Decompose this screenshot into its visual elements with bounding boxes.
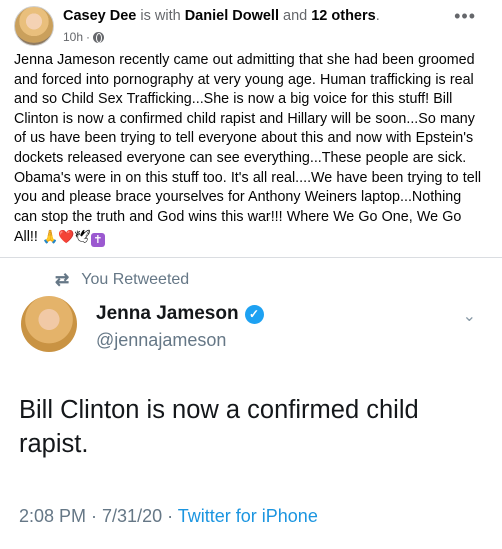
tweet-screenshot: ⇄ You Retweeted Jenna Jameson ✓ @jennaja… [0, 262, 502, 549]
tagged-person[interactable]: Daniel Dowell [185, 8, 279, 24]
tweet-author: Jenna Jameson ✓ [96, 303, 264, 325]
retweet-label: You Retweeted [81, 271, 190, 288]
with-text: is with [136, 8, 185, 24]
tweet-avatar [21, 296, 77, 352]
tweet-text: Bill Clinton is now a confirmed child ra… [19, 396, 419, 458]
chevron-down-icon: ⌄ [462, 308, 476, 325]
post-emojis: 🙏❤️🕊 [42, 229, 91, 245]
author-avatar[interactable] [14, 6, 54, 46]
author-name[interactable]: Casey Dee [63, 8, 136, 24]
tweet-handle: @jennajameson [96, 330, 227, 350]
post-body-text: Jenna Jameson recently came out admittin… [14, 52, 482, 246]
cross-emoji-icon: ✝ [90, 233, 105, 248]
tweet-source: Twitter for iPhone [177, 506, 318, 526]
facebook-post: Casey Dee is with Daniel Dowell and 12 o… [0, 0, 502, 262]
tweet-author-name: Jenna Jameson [96, 303, 239, 324]
globe-icon [93, 31, 105, 43]
more-options-icon[interactable]: ••• [454, 7, 476, 25]
tweet-timestamp: 2:08 PM · 7/31/20 · [19, 506, 178, 526]
verified-badge-icon: ✓ [244, 304, 264, 324]
meta-separator: · [86, 30, 91, 44]
post-time[interactable]: 10h [63, 30, 83, 44]
retweet-icon: ⇄ [55, 270, 70, 289]
header-period: . [375, 8, 380, 24]
post-body: Jenna Jameson recently came out admittin… [14, 51, 488, 248]
post-header: Casey Dee is with Daniel Dowell and 12 o… [63, 8, 380, 24]
others-link[interactable]: 12 others [311, 8, 375, 24]
post-meta: 10h · [63, 30, 105, 44]
tweet-footer: 2:08 PM · 7/31/20 · Twitter for iPhone [19, 506, 318, 527]
divider [0, 257, 502, 258]
retweet-indicator: ⇄ You Retweeted [55, 270, 189, 290]
and-text: and [278, 8, 312, 24]
